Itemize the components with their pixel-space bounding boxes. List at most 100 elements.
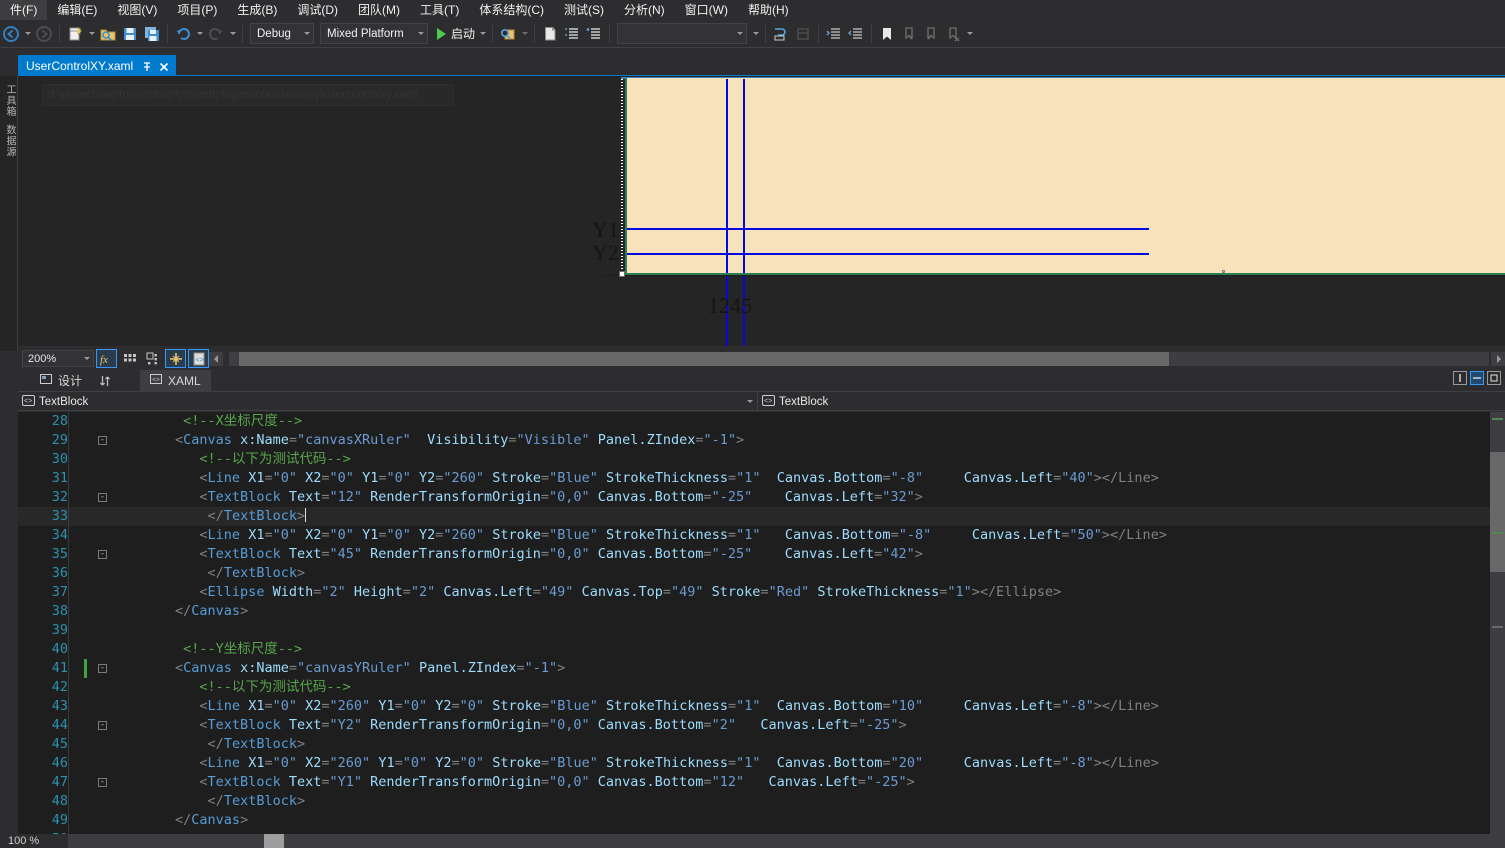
new-project-dropdown[interactable]: [86, 23, 97, 45]
vertical-split-button[interactable]: [1453, 371, 1467, 385]
menu-item-3[interactable]: 项目(P): [167, 0, 227, 20]
textblock-icon: <>: [762, 394, 775, 409]
clear-bookmarks-icon[interactable]: [942, 23, 964, 45]
code-line-42[interactable]: 42 <!--以下为测试代码-->: [18, 678, 1505, 697]
code-line-31[interactable]: 31 <Line X1="0" X2="0" Y1="0" Y2="260" S…: [18, 469, 1505, 488]
toolbox-rail[interactable]: 工具箱 数据源: [0, 76, 18, 351]
code-line-49[interactable]: 49 </Canvas>: [18, 811, 1505, 830]
code-line-44[interactable]: 44 <TextBlock Text="Y2" RenderTransformO…: [18, 716, 1505, 735]
disable-project-code-button[interactable]: <>: [188, 349, 209, 368]
tab-design[interactable]: 设计: [30, 370, 92, 392]
menu-item-7[interactable]: 工具(T): [410, 0, 469, 20]
code-line-33[interactable]: 33 </TextBlock>: [18, 507, 1505, 526]
designer-hscroll-right[interactable]: [1491, 351, 1505, 366]
menu-item-12[interactable]: 帮助(H): [738, 0, 799, 20]
menu-item-11[interactable]: 窗口(W): [675, 0, 738, 20]
toggle-bookmark-icon[interactable]: [876, 23, 898, 45]
quick-find-overflow[interactable]: [750, 23, 761, 45]
new-file-icon[interactable]: [539, 23, 561, 45]
xaml-code-editor[interactable]: 28 <!--X坐标尺度--> -29 <Canvas x:Name="canva…: [18, 412, 1505, 834]
horizontal-split-button[interactable]: [1470, 371, 1484, 385]
start-debug-button[interactable]: 启动: [431, 23, 477, 45]
comment-lines-icon[interactable]: [561, 23, 583, 45]
attach-dropdown[interactable]: [519, 23, 530, 45]
code-line-32[interactable]: 32 <TextBlock Text="12" RenderTransformO…: [18, 488, 1505, 507]
save-icon[interactable]: [119, 23, 141, 45]
code-line-43[interactable]: 43 <Line X1="0" X2="260" Y1="0" Y2="0" S…: [18, 697, 1505, 716]
selection-handle-bottom-left[interactable]: [619, 271, 625, 277]
snap-to-snaplines-button[interactable]: [165, 349, 186, 368]
step-over-icon[interactable]: [792, 23, 814, 45]
undo-dropdown[interactable]: [194, 23, 205, 45]
code-line-28[interactable]: 28 <!--X坐标尺度-->: [18, 412, 1505, 431]
document-tab-usercontrolxy[interactable]: UserControlXY.xaml: [18, 55, 177, 76]
solution-platform-combo[interactable]: Mixed Platform: [320, 23, 428, 44]
show-grid-button[interactable]: [119, 349, 140, 368]
menu-item-8[interactable]: 体系结构(C): [469, 0, 554, 20]
designer-hscroll-thumb[interactable]: [239, 351, 1169, 366]
design-canvas-left-grip[interactable]: [621, 79, 623, 275]
close-icon[interactable]: [158, 60, 170, 72]
outdent-icon[interactable]: [845, 23, 867, 45]
pin-icon[interactable]: [141, 60, 153, 72]
editor-horizontal-scrollbar[interactable]: [68, 834, 1505, 848]
menu-item-9[interactable]: 测试(S): [554, 0, 614, 20]
code-line-36[interactable]: 36 </TextBlock>: [18, 564, 1505, 583]
code-line-38[interactable]: 38 </Canvas>: [18, 602, 1505, 621]
next-bookmark-icon[interactable]: [920, 23, 942, 45]
editor-hscroll-thumb[interactable]: [264, 834, 284, 848]
code-line-46[interactable]: 46 <Line X1="0" X2="260" Y1="0" Y2="0" S…: [18, 754, 1505, 773]
code-line-37[interactable]: 37 <Ellipse Width="2" Height="2" Canvas.…: [18, 583, 1505, 602]
snap-to-gridlines-button[interactable]: [142, 349, 163, 368]
designer-hscrollbar[interactable]: [229, 351, 1489, 366]
designer-hscroll-left[interactable]: [209, 351, 223, 366]
start-debug-dropdown[interactable]: [477, 23, 488, 45]
menu-item-5[interactable]: 调试(D): [287, 0, 348, 20]
open-file-icon[interactable]: [97, 23, 119, 45]
redo-icon[interactable]: [205, 23, 227, 45]
code-line-41[interactable]: 41 <Canvas x:Name="canvasYRuler" Panel.Z…: [18, 659, 1505, 678]
code-line-45[interactable]: 45 </TextBlock>: [18, 735, 1505, 754]
quick-find-box[interactable]: [617, 23, 748, 44]
collapse-pane-button[interactable]: [1487, 371, 1501, 385]
menu-item-4[interactable]: 生成(B): [227, 0, 287, 20]
code-line-47[interactable]: 47 <TextBlock Text="Y1" RenderTransformO…: [18, 773, 1505, 792]
effects-toggle-button[interactable]: fx: [96, 349, 117, 368]
code-line-48[interactable]: 48 </TextBlock>: [18, 792, 1505, 811]
redo-dropdown[interactable]: [227, 23, 238, 45]
xaml-designer-surface[interactable]: d:\projects\wpfproject\wpfproject\plugin…: [18, 76, 1505, 346]
menu-item-6[interactable]: 团队(M): [348, 0, 410, 20]
navbar-member-combo[interactable]: <> TextBlock: [758, 392, 1505, 411]
editor-vscroll-thumb[interactable]: [1490, 452, 1505, 572]
code-line-40[interactable]: 40 <!--Y坐标尺度-->: [18, 640, 1505, 659]
undo-icon[interactable]: [172, 23, 194, 45]
design-canvas[interactable]: [625, 78, 1505, 275]
attach-to-process-icon[interactable]: [497, 23, 519, 45]
navigate-backward-button[interactable]: [0, 23, 22, 45]
code-line-34[interactable]: 34 <Line X1="0" X2="0" Y1="0" Y2="260" S…: [18, 526, 1505, 545]
editor-zoom-level[interactable]: 100 %: [8, 835, 39, 847]
menu-item-1[interactable]: 编辑(E): [47, 0, 107, 20]
save-all-icon[interactable]: [141, 23, 163, 45]
editor-vertical-scrollbar[interactable]: [1490, 412, 1505, 834]
previous-bookmark-icon[interactable]: [898, 23, 920, 45]
code-line-35[interactable]: 35 <TextBlock Text="45" RenderTransformO…: [18, 545, 1505, 564]
uncomment-lines-icon[interactable]: [583, 23, 605, 45]
designer-zoom-combo[interactable]: 200%: [22, 350, 94, 367]
code-line-29[interactable]: 29 <Canvas x:Name="canvasXRuler" Visibil…: [18, 431, 1505, 450]
code-line-30[interactable]: 30 <!--以下为测试代码-->: [18, 450, 1505, 469]
solution-configuration-combo[interactable]: Debug: [250, 23, 314, 44]
navigate-backward-dropdown[interactable]: [22, 23, 33, 45]
tab-xaml[interactable]: <> XAML: [140, 369, 211, 392]
navigate-forward-button[interactable]: [33, 23, 55, 45]
new-project-icon[interactable]: [64, 23, 86, 45]
step-into-icon[interactable]: [770, 23, 792, 45]
menu-item-0[interactable]: 件(F): [0, 0, 48, 20]
toolbar-overflow-button[interactable]: [964, 23, 975, 45]
indent-icon[interactable]: [823, 23, 845, 45]
navbar-element-combo[interactable]: <> TextBlock: [18, 392, 758, 411]
swap-panes-button[interactable]: [92, 371, 118, 391]
menu-item-2[interactable]: 视图(V): [107, 0, 167, 20]
menu-item-10[interactable]: 分析(N): [614, 0, 675, 20]
code-line-39[interactable]: 39: [18, 621, 1505, 640]
